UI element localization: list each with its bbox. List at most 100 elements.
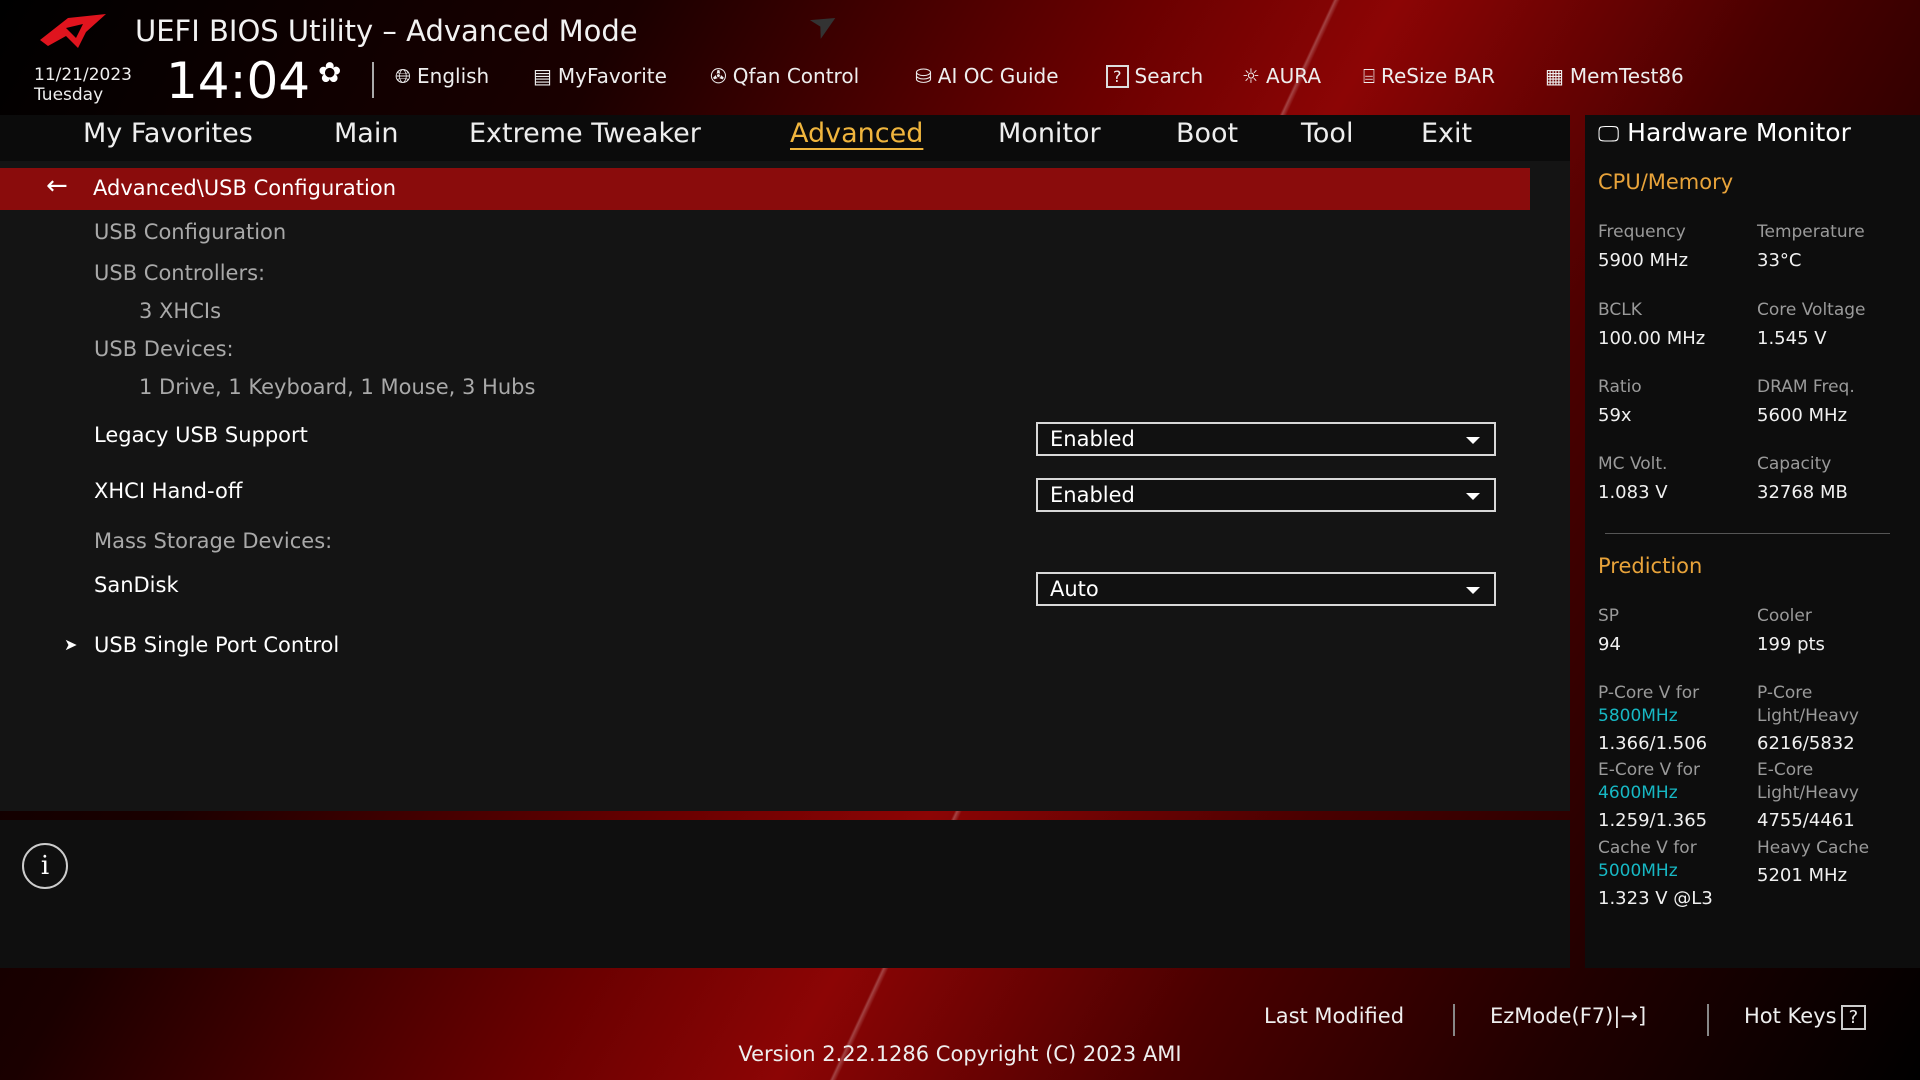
usb-configuration-heading: USB Configuration [94,220,287,244]
toolbar-label: AURA [1265,64,1322,88]
tab-advanced[interactable]: Advanced [790,118,923,149]
hot-keys-label: Hot Keys [1744,1004,1837,1028]
dropdown-value: Auto [1050,577,1099,601]
divider [1453,1004,1455,1036]
rog-logo-icon [40,14,106,48]
legacy-usb-support-label[interactable]: Legacy USB Support [94,423,308,447]
monitor-icon: 🖵︎ [1598,122,1620,147]
exit-arrow-icon: →] [1620,1004,1647,1028]
toolbar-label: AI OC Guide [937,64,1059,88]
aura-light-icon: ☼ [1242,64,1260,88]
tab-tool[interactable]: Tool [1301,118,1353,149]
hw-label: Core Voltage [1757,300,1866,320]
hw-value: 4755/4461 [1757,810,1855,831]
hw-value: 1.259/1.365 [1598,810,1708,831]
sandisk-label[interactable]: SanDisk [94,573,179,597]
sandisk-dropdown[interactable]: Auto [1036,572,1496,606]
ezmode-label: EzMode(F7)| [1490,1004,1621,1028]
chevron-down-icon [1466,437,1480,444]
breadcrumb: Advanced\USB Configuration [0,168,1530,210]
toolbar-qfan[interactable]: ✇ Qfan Control [710,64,859,88]
day: Tuesday [34,85,104,105]
dropdown-value: Enabled [1050,483,1135,507]
hw-value: 33°C [1757,250,1802,271]
hw-value: 199 pts [1757,634,1825,655]
hw-value: 1.545 V [1757,328,1827,349]
tab-exit[interactable]: Exit [1421,118,1472,149]
cpu-memory-heading: CPU/Memory [1598,170,1734,194]
toolbar-resize-bar[interactable]: ⌸ ReSize BAR [1363,64,1495,88]
hw-label: P-Core [1757,683,1813,703]
hw-title-text: Hardware Monitor [1627,118,1851,147]
submenu-arrow-icon: ➤ [64,635,78,654]
mass-storage-label: Mass Storage Devices: [94,529,333,553]
divider [1707,1004,1709,1036]
date-display: 11/21/2023 Tuesday [34,65,132,105]
legacy-usb-support-dropdown[interactable]: Enabled [1036,422,1496,456]
tab-main[interactable]: Main [334,118,398,149]
hw-value: 59x [1598,405,1632,426]
dropdown-value: Enabled [1050,427,1135,451]
gear-icon[interactable]: ✿ [318,56,341,89]
xhci-handoff-label[interactable]: XHCI Hand-off [94,479,242,503]
toolbar-label: MemTest86 [1569,64,1684,88]
favorite-list-icon: ▤ [533,64,552,88]
toolbar-label: Search [1134,64,1204,88]
tab-my-favorites[interactable]: My Favorites [83,118,253,149]
hw-value: 5900 MHz [1598,250,1689,271]
hw-freq: 5800MHz [1598,706,1678,726]
version-text: Version 2.22.1286 Copyright (C) 2023 AMI [738,1042,1182,1066]
toolbar-myfavorite[interactable]: ▤ MyFavorite [533,64,667,88]
back-arrow-icon[interactable]: ← [46,171,68,201]
hw-label: Capacity [1757,454,1832,474]
fan-icon: ✇ [710,64,727,88]
toolbar-search[interactable]: ? Search [1106,64,1203,88]
divider [1605,533,1890,534]
breadcrumb-text: Advanced\USB Configuration [93,176,397,200]
gpu-card-icon: ⌸ [1363,64,1375,88]
toolbar-label: ReSize BAR [1381,64,1496,88]
date: 11/21/2023 [34,65,132,85]
toolbar-english[interactable]: 🌐︎ English [395,64,489,88]
hw-label: MC Volt. [1598,454,1668,474]
usb-controllers-label: USB Controllers: [94,261,266,285]
xhci-handoff-dropdown[interactable]: Enabled [1036,478,1496,512]
hw-label: Frequency [1598,222,1686,242]
hw-value: 5600 MHz [1757,405,1848,426]
hw-label: Heavy Cache [1757,838,1870,858]
hw-freq: 5000MHz [1598,861,1678,881]
toolbar-label: Qfan Control [732,64,860,88]
usb-controllers-value: 3 XHCIs [139,299,222,323]
hw-freq: 4600MHz [1598,783,1678,803]
last-modified-button[interactable]: Last Modified [1264,1004,1404,1028]
hw-label: Cooler [1757,606,1812,626]
usb-single-port-control-link[interactable]: USB Single Port Control [94,633,339,657]
tab-extreme-tweaker[interactable]: Extreme Tweaker [469,118,701,149]
tab-monitor[interactable]: Monitor [998,118,1101,149]
hw-label: DRAM Freq. [1757,377,1855,397]
ai-chip-icon: ⛁ [915,64,932,88]
hw-value: 94 [1598,634,1621,655]
ezmode-button[interactable]: EzMode(F7)|→] [1490,1004,1646,1028]
app-title: UEFI BIOS Utility – Advanced Mode [135,14,638,48]
hw-label: BCLK [1598,300,1642,320]
toolbar-aura[interactable]: ☼ AURA [1242,64,1321,88]
hw-value: 1.366/1.506 [1598,733,1708,754]
hw-label: E-Core [1757,760,1814,780]
tab-boot[interactable]: Boot [1176,118,1238,149]
prediction-heading: Prediction [1598,554,1703,578]
hw-label: Cache V for [1598,838,1697,858]
usb-devices-label: USB Devices: [94,337,234,361]
question-box-icon: ? [1106,64,1129,88]
hot-keys-button[interactable]: Hot Keys? [1744,1004,1867,1030]
hw-label: Ratio [1598,377,1642,397]
chevron-down-icon [1466,587,1480,594]
hw-value: 6216/5832 [1757,733,1855,754]
hw-value: 5201 MHz [1757,865,1848,886]
info-icon: i [22,843,68,889]
divider [372,62,374,98]
toolbar-label: MyFavorite [557,64,667,88]
toolbar-ai-oc-guide[interactable]: ⛁ AI OC Guide [915,64,1059,88]
clock: 14:04 [166,52,311,110]
toolbar-memtest[interactable]: ▦ MemTest86 [1545,64,1684,88]
